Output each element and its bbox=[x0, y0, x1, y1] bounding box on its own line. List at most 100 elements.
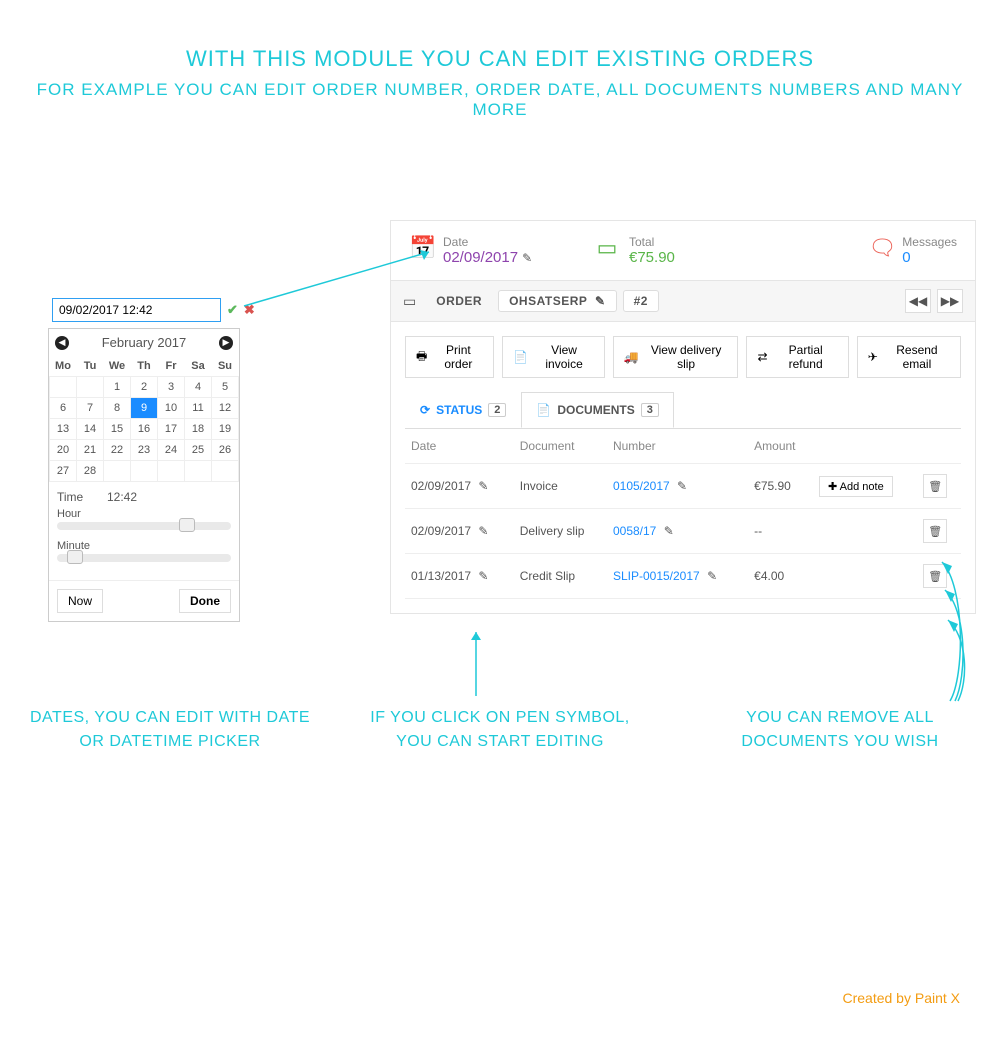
edit-number-icon[interactable]: ✎ bbox=[677, 479, 687, 493]
datetime-input[interactable] bbox=[52, 298, 221, 322]
tab-status[interactable]: ⟳STATUS2 bbox=[405, 392, 521, 428]
money-icon: ▭ bbox=[595, 235, 619, 261]
hour-label: Hour bbox=[57, 508, 231, 520]
calendar-day[interactable]: 14 bbox=[77, 419, 104, 440]
calendar-day[interactable]: 6 bbox=[50, 398, 77, 419]
edit-date-icon[interactable]: ✎ bbox=[522, 251, 532, 265]
order-seq-chip: #2 bbox=[623, 290, 659, 312]
calendar-day bbox=[50, 377, 77, 398]
document-number-link[interactable]: SLIP-0015/2017 bbox=[613, 569, 700, 583]
edit-date-icon[interactable]: ✎ bbox=[478, 479, 488, 493]
calendar-day[interactable]: 23 bbox=[131, 440, 158, 461]
calendar-day[interactable]: 22 bbox=[104, 440, 131, 461]
table-row: 02/09/2017 ✎Invoice0105/2017 ✎€75.90✚ Ad… bbox=[405, 464, 961, 509]
resend-email-button[interactable]: ✈Resend email bbox=[857, 336, 961, 378]
calendar-day[interactable]: 1 bbox=[104, 377, 131, 398]
col-number: Number bbox=[607, 429, 748, 464]
caption-dates: DATES, YOU CAN EDIT WITH DATE OR DATETIM… bbox=[30, 706, 310, 754]
view-delivery-button[interactable]: 🚚View delivery slip bbox=[613, 336, 739, 378]
calendar-day bbox=[77, 377, 104, 398]
calendar-day[interactable]: 18 bbox=[185, 419, 212, 440]
calendar-day bbox=[212, 461, 239, 482]
table-row: 01/13/2017 ✎Credit SlipSLIP-0015/2017 ✎€… bbox=[405, 554, 961, 599]
done-button[interactable]: Done bbox=[179, 589, 231, 613]
document-number-link[interactable]: 0058/17 bbox=[613, 524, 656, 538]
calendar-day[interactable]: 20 bbox=[50, 440, 77, 461]
print-order-button[interactable]: 🖶Print order bbox=[405, 336, 494, 378]
edit-date-icon[interactable]: ✎ bbox=[478, 524, 488, 538]
calendar-day[interactable]: 13 bbox=[50, 419, 77, 440]
calendar-day[interactable]: 21 bbox=[77, 440, 104, 461]
delete-icon[interactable]: 🗑 bbox=[923, 474, 947, 498]
calendar-day[interactable]: 12 bbox=[212, 398, 239, 419]
annotation-arrow bbox=[244, 246, 444, 316]
total-value: €75.90 bbox=[629, 249, 675, 266]
add-note-button[interactable]: ✚ Add note bbox=[819, 476, 893, 497]
calendar-day[interactable]: 28 bbox=[77, 461, 104, 482]
edit-number-icon[interactable]: ✎ bbox=[707, 569, 717, 583]
calendar-day[interactable]: 26 bbox=[212, 440, 239, 461]
annotation-arrow bbox=[462, 626, 492, 706]
delete-icon[interactable]: 🗑 bbox=[923, 519, 947, 543]
headline-sub: FOR EXAMPLE YOU CAN EDIT ORDER NUMBER, O… bbox=[0, 80, 1000, 120]
calendar-day[interactable]: 2 bbox=[131, 377, 158, 398]
calendar-day[interactable]: 27 bbox=[50, 461, 77, 482]
documents-table: Date Document Number Amount 02/09/2017 ✎… bbox=[405, 428, 961, 599]
partial-refund-button[interactable]: ⇄Partial refund bbox=[746, 336, 848, 378]
calendar-day[interactable]: 24 bbox=[158, 440, 185, 461]
calendar-day[interactable]: 19 bbox=[212, 419, 239, 440]
time-value: 12:42 bbox=[107, 490, 137, 504]
prev-month-icon[interactable]: ◀ bbox=[55, 336, 69, 350]
calendar-day[interactable]: 15 bbox=[104, 419, 131, 440]
minute-label: Minute bbox=[57, 540, 231, 552]
view-invoice-button[interactable]: 📄View invoice bbox=[502, 336, 604, 378]
calendar-day[interactable]: 3 bbox=[158, 377, 185, 398]
file-icon: 📄 bbox=[513, 350, 528, 364]
next-month-icon[interactable]: ▶ bbox=[219, 336, 233, 350]
hour-slider[interactable] bbox=[57, 522, 231, 530]
col-document: Document bbox=[514, 429, 607, 464]
caption-remove: YOU CAN REMOVE ALL DOCUMENTS YOU WISH bbox=[700, 706, 980, 754]
messages-icon: 🗨 bbox=[868, 235, 892, 261]
confirm-icon[interactable]: ✔ bbox=[227, 302, 238, 318]
headline-main: WITH THIS MODULE YOU CAN EDIT EXISTING O… bbox=[0, 46, 1000, 72]
calendar-day[interactable]: 8 bbox=[104, 398, 131, 419]
order-ref-chip: OHSATSERP ✎ bbox=[498, 290, 616, 312]
minute-slider[interactable] bbox=[57, 554, 231, 562]
edit-date-icon[interactable]: ✎ bbox=[478, 569, 488, 583]
date-label: Date bbox=[443, 235, 532, 249]
calendar-day bbox=[158, 461, 185, 482]
edit-ref-icon[interactable]: ✎ bbox=[595, 294, 606, 308]
calendar-day[interactable]: 16 bbox=[131, 419, 158, 440]
print-icon: 🖶 bbox=[416, 347, 427, 368]
refund-icon: ⇄ bbox=[757, 350, 767, 364]
calendar-day[interactable]: 4 bbox=[185, 377, 212, 398]
next-order-button[interactable]: ▶▶ bbox=[937, 289, 963, 313]
calendar-day[interactable]: 7 bbox=[77, 398, 104, 419]
col-amount: Amount bbox=[748, 429, 813, 464]
calendar-day[interactable]: 25 bbox=[185, 440, 212, 461]
now-button[interactable]: Now bbox=[57, 589, 103, 613]
messages-value[interactable]: 0 bbox=[902, 249, 957, 266]
col-date: Date bbox=[405, 429, 514, 464]
credit: Created by Paint X bbox=[842, 990, 960, 1006]
edit-number-icon[interactable]: ✎ bbox=[664, 524, 674, 538]
calendar-day bbox=[185, 461, 212, 482]
calendar-grid[interactable]: MoTuWeThFrSaSu 1234567891011121314151617… bbox=[49, 356, 239, 482]
annotation-arrow bbox=[940, 616, 990, 706]
month-title: February 2017 bbox=[102, 335, 187, 350]
order-bar: ▭ ORDER OHSATSERP ✎ #2 ◀◀ ▶▶ bbox=[390, 281, 976, 322]
document-number-link[interactable]: 0105/2017 bbox=[613, 479, 670, 493]
prev-order-button[interactable]: ◀◀ bbox=[905, 289, 931, 313]
date-value: 02/09/2017 bbox=[443, 249, 518, 266]
calendar-day[interactable]: 9 bbox=[131, 398, 158, 419]
calendar-day[interactable]: 5 bbox=[212, 377, 239, 398]
datetime-picker: ✔ ✖ ◀ February 2017 ▶ MoTuWeThFrSaSu 123… bbox=[48, 294, 240, 622]
truck-icon: 🚚 bbox=[624, 350, 639, 364]
calendar-day[interactable]: 17 bbox=[158, 419, 185, 440]
table-row: 02/09/2017 ✎Delivery slip0058/17 ✎--🗑 bbox=[405, 509, 961, 554]
calendar-day[interactable]: 10 bbox=[158, 398, 185, 419]
time-label: Time bbox=[57, 490, 107, 504]
tab-documents[interactable]: 📄DOCUMENTS3 bbox=[521, 392, 673, 428]
calendar-day[interactable]: 11 bbox=[185, 398, 212, 419]
